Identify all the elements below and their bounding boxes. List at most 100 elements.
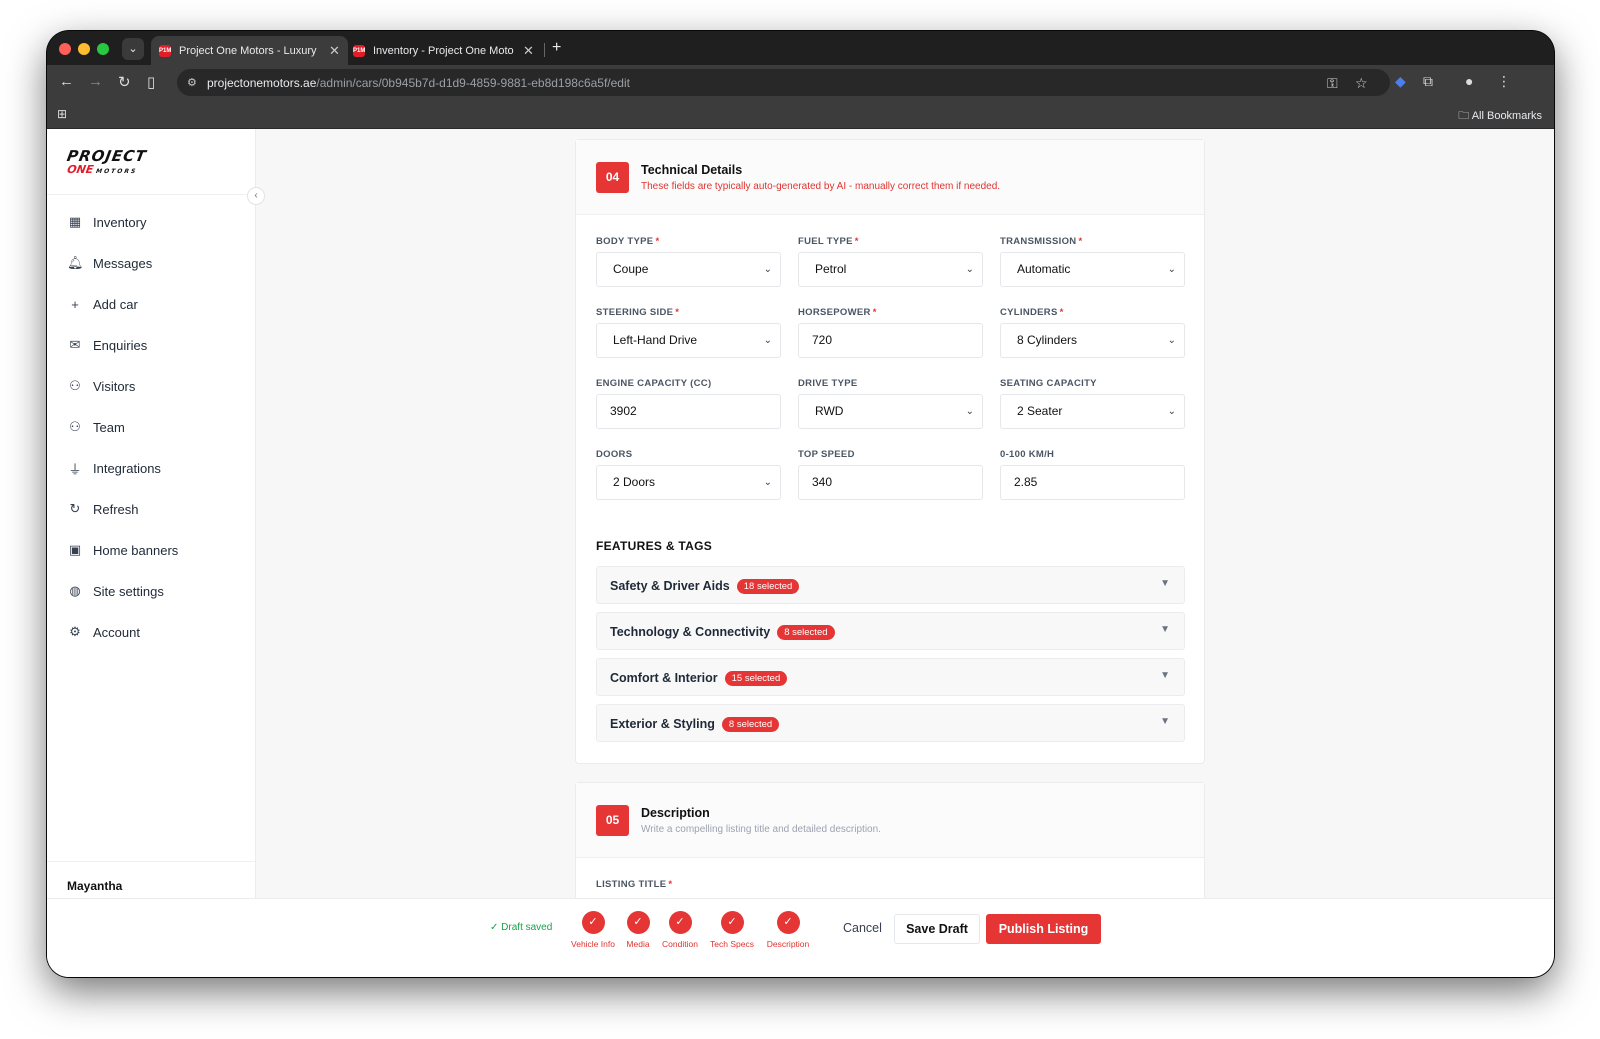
card-title: Technical Details bbox=[641, 163, 743, 177]
feature-accordion-comfort[interactable]: Comfort & Interior 15 selected ▼ bbox=[596, 658, 1185, 696]
bookmark-star-icon[interactable]: ☆ bbox=[1355, 75, 1368, 92]
chevron-down-icon: ⌄ bbox=[763, 477, 772, 488]
main-area: 04 Technical Details These fields are ty… bbox=[257, 129, 1554, 977]
step-description[interactable]: ✓ Description bbox=[758, 911, 818, 949]
sidebar-item-home-banners[interactable]: ▣ Home banners bbox=[67, 538, 178, 562]
horsepower-label: HORSEPOWER * bbox=[798, 307, 877, 318]
horsepower-input[interactable]: 720 bbox=[798, 323, 983, 358]
step-condition[interactable]: ✓ Condition bbox=[650, 911, 710, 949]
apps-grid-icon[interactable]: ⊞ bbox=[57, 107, 67, 121]
sidebar-item-team[interactable]: ⚇ Team bbox=[67, 415, 125, 439]
cancel-button[interactable]: Cancel bbox=[843, 921, 882, 935]
sidebar-item-integrations[interactable]: ⏚ Integrations bbox=[67, 456, 160, 480]
minimize-window-button[interactable] bbox=[78, 43, 90, 55]
steering-side-select[interactable]: Left-Hand Drive ⌄ bbox=[596, 323, 781, 358]
sidebar-item-enquiries[interactable]: ✉ Enquiries bbox=[67, 333, 148, 357]
acceleration-input[interactable]: 2.85 bbox=[1000, 465, 1185, 500]
draft-status: ✓ Draft saved bbox=[490, 922, 553, 933]
seating-capacity-select[interactable]: 2 Seater ⌄ bbox=[1000, 394, 1185, 429]
publish-listing-button[interactable]: Publish Listing bbox=[986, 914, 1101, 944]
back-icon[interactable]: ← bbox=[59, 73, 74, 90]
url-text: projectonemotors.ae/admin/cars/0b945b7d-… bbox=[207, 76, 630, 90]
sidebar-item-site-settings[interactable]: ◍ Site settings bbox=[67, 579, 164, 603]
technical-details-card: 04 Technical Details These fields are ty… bbox=[575, 139, 1205, 764]
reload-icon[interactable]: ↻ bbox=[118, 73, 131, 91]
doors-select[interactable]: 2 Doors ⌄ bbox=[596, 465, 781, 500]
sidebar-item-account[interactable]: ⚙ Account bbox=[67, 620, 140, 644]
body-type-select[interactable]: Coupe ⌄ bbox=[596, 252, 781, 287]
bookmarks-bar: ⊞ 🗀 All Bookmarks bbox=[47, 99, 1554, 129]
browser-window: ⌄ P1M Project One Motors - Luxury ✕ P1M … bbox=[47, 31, 1554, 977]
maximize-window-button[interactable] bbox=[97, 43, 109, 55]
feature-accordion-exterior[interactable]: Exterior & Styling 8 selected ▼ bbox=[596, 704, 1185, 742]
selected-count-badge: 8 selected bbox=[777, 625, 835, 640]
tab-close-icon[interactable]: ✕ bbox=[329, 43, 340, 59]
card-header: 04 Technical Details These fields are ty… bbox=[576, 140, 1204, 215]
user-icon: ⚇ bbox=[69, 378, 81, 393]
more-menu-icon[interactable]: ⋮ bbox=[1497, 73, 1511, 90]
caret-down-icon: ▼ bbox=[1160, 578, 1170, 589]
new-tab-icon[interactable]: + bbox=[552, 39, 561, 57]
all-bookmarks-button[interactable]: 🗀 All Bookmarks bbox=[1458, 107, 1542, 126]
extension-tag-icon[interactable]: ◆ bbox=[1395, 73, 1406, 90]
listing-title-label: LISTING TITLE * bbox=[596, 879, 673, 890]
favicon-icon: P1M bbox=[159, 44, 171, 57]
check-icon: ✓ bbox=[720, 911, 744, 934]
selected-count-badge: 8 selected bbox=[721, 717, 780, 732]
chevron-down-icon: ⌄ bbox=[1167, 406, 1176, 417]
chevron-down-icon: ⌄ bbox=[763, 264, 772, 275]
close-window-button[interactable] bbox=[59, 43, 71, 55]
brand-logo[interactable]: PROJECT ONEMOTORS bbox=[66, 147, 172, 176]
image-icon: ▣ bbox=[68, 542, 82, 557]
save-draft-button[interactable]: Save Draft bbox=[894, 914, 980, 944]
bell-icon: 🔔︎ bbox=[67, 255, 84, 270]
fuel-type-select[interactable]: Petrol ⌄ bbox=[798, 252, 983, 287]
grid-icon: ▦ bbox=[68, 214, 82, 229]
tab-search-icon[interactable]: ⌄ bbox=[122, 38, 144, 60]
profile-avatar-icon[interactable]: ● bbox=[1465, 73, 1473, 89]
sidebar-item-add-car[interactable]: + Add car bbox=[67, 292, 138, 316]
plug-icon: ⏚ bbox=[68, 461, 82, 477]
split-view-icon[interactable]: ▯ bbox=[147, 73, 155, 91]
sidebar-item-refresh[interactable]: ↻ Refresh bbox=[67, 497, 139, 521]
fuel-type-label: FUEL TYPE * bbox=[798, 236, 859, 247]
divider bbox=[47, 194, 255, 195]
site-info-icon[interactable]: ⚙ bbox=[187, 76, 197, 89]
browser-tab-1[interactable]: P1M Project One Motors - Luxury ✕ bbox=[151, 36, 348, 65]
selected-count-badge: 18 selected bbox=[736, 579, 800, 594]
tab-title: Inventory - Project One Moto bbox=[373, 44, 514, 57]
step-tech-specs[interactable]: ✓ Tech Specs bbox=[702, 911, 762, 949]
drive-type-select[interactable]: RWD ⌄ bbox=[798, 394, 983, 429]
cylinders-select[interactable]: 8 Cylinders ⌄ bbox=[1000, 323, 1185, 358]
chevron-down-icon: ⌄ bbox=[965, 264, 974, 275]
address-bar[interactable]: ⚙ projectonemotors.ae/admin/cars/0b945b7… bbox=[177, 69, 1390, 96]
sidebar-item-messages[interactable]: 🔔︎ Messages bbox=[67, 251, 152, 275]
plus-icon: + bbox=[71, 296, 79, 312]
refresh-icon: ↻ bbox=[69, 501, 81, 516]
transmission-label: TRANSMISSION * bbox=[1000, 236, 1083, 247]
card-subtitle: Write a compelling listing title and det… bbox=[641, 824, 881, 835]
transmission-select[interactable]: Automatic ⌄ bbox=[1000, 252, 1185, 287]
check-icon: ✓ bbox=[668, 911, 692, 934]
feature-accordion-technology[interactable]: Technology & Connectivity 8 selected ▼ bbox=[596, 612, 1185, 650]
forward-icon[interactable]: → bbox=[88, 73, 103, 90]
engine-capacity-input[interactable]: 3902 bbox=[596, 394, 781, 429]
tab-close-icon[interactable]: ✕ bbox=[523, 43, 534, 59]
tab-title: Project One Motors - Luxury bbox=[179, 44, 317, 57]
chevron-down-icon: ⌄ bbox=[1167, 264, 1176, 275]
caret-down-icon: ▼ bbox=[1160, 716, 1170, 727]
doors-label: DOORS bbox=[596, 449, 633, 460]
sidebar-item-visitors[interactable]: ⚇ Visitors bbox=[67, 374, 135, 398]
collapse-sidebar-icon[interactable]: ‹ bbox=[247, 187, 265, 205]
feature-accordion-safety[interactable]: Safety & Driver Aids 18 selected ▼ bbox=[596, 566, 1185, 604]
tab-bar: ⌄ P1M Project One Motors - Luxury ✕ P1M … bbox=[47, 31, 1554, 65]
browser-tab-2[interactable]: P1M Inventory - Project One Moto ✕ bbox=[345, 36, 542, 65]
top-speed-input[interactable]: 340 bbox=[798, 465, 983, 500]
extensions-puzzle-icon[interactable]: ⧉ bbox=[1423, 73, 1433, 90]
sidebar-item-inventory[interactable]: ▦ Inventory bbox=[67, 210, 147, 234]
form-action-bar: ✓ Draft saved ✓ Vehicle Info ✓ Media ✓ C… bbox=[47, 898, 1554, 977]
password-key-icon[interactable]: ⚿ bbox=[1327, 75, 1338, 92]
user-name[interactable]: Mayantha bbox=[67, 879, 122, 893]
caret-down-icon: ▼ bbox=[1160, 624, 1170, 635]
steering-side-label: STEERING SIDE * bbox=[596, 307, 680, 318]
